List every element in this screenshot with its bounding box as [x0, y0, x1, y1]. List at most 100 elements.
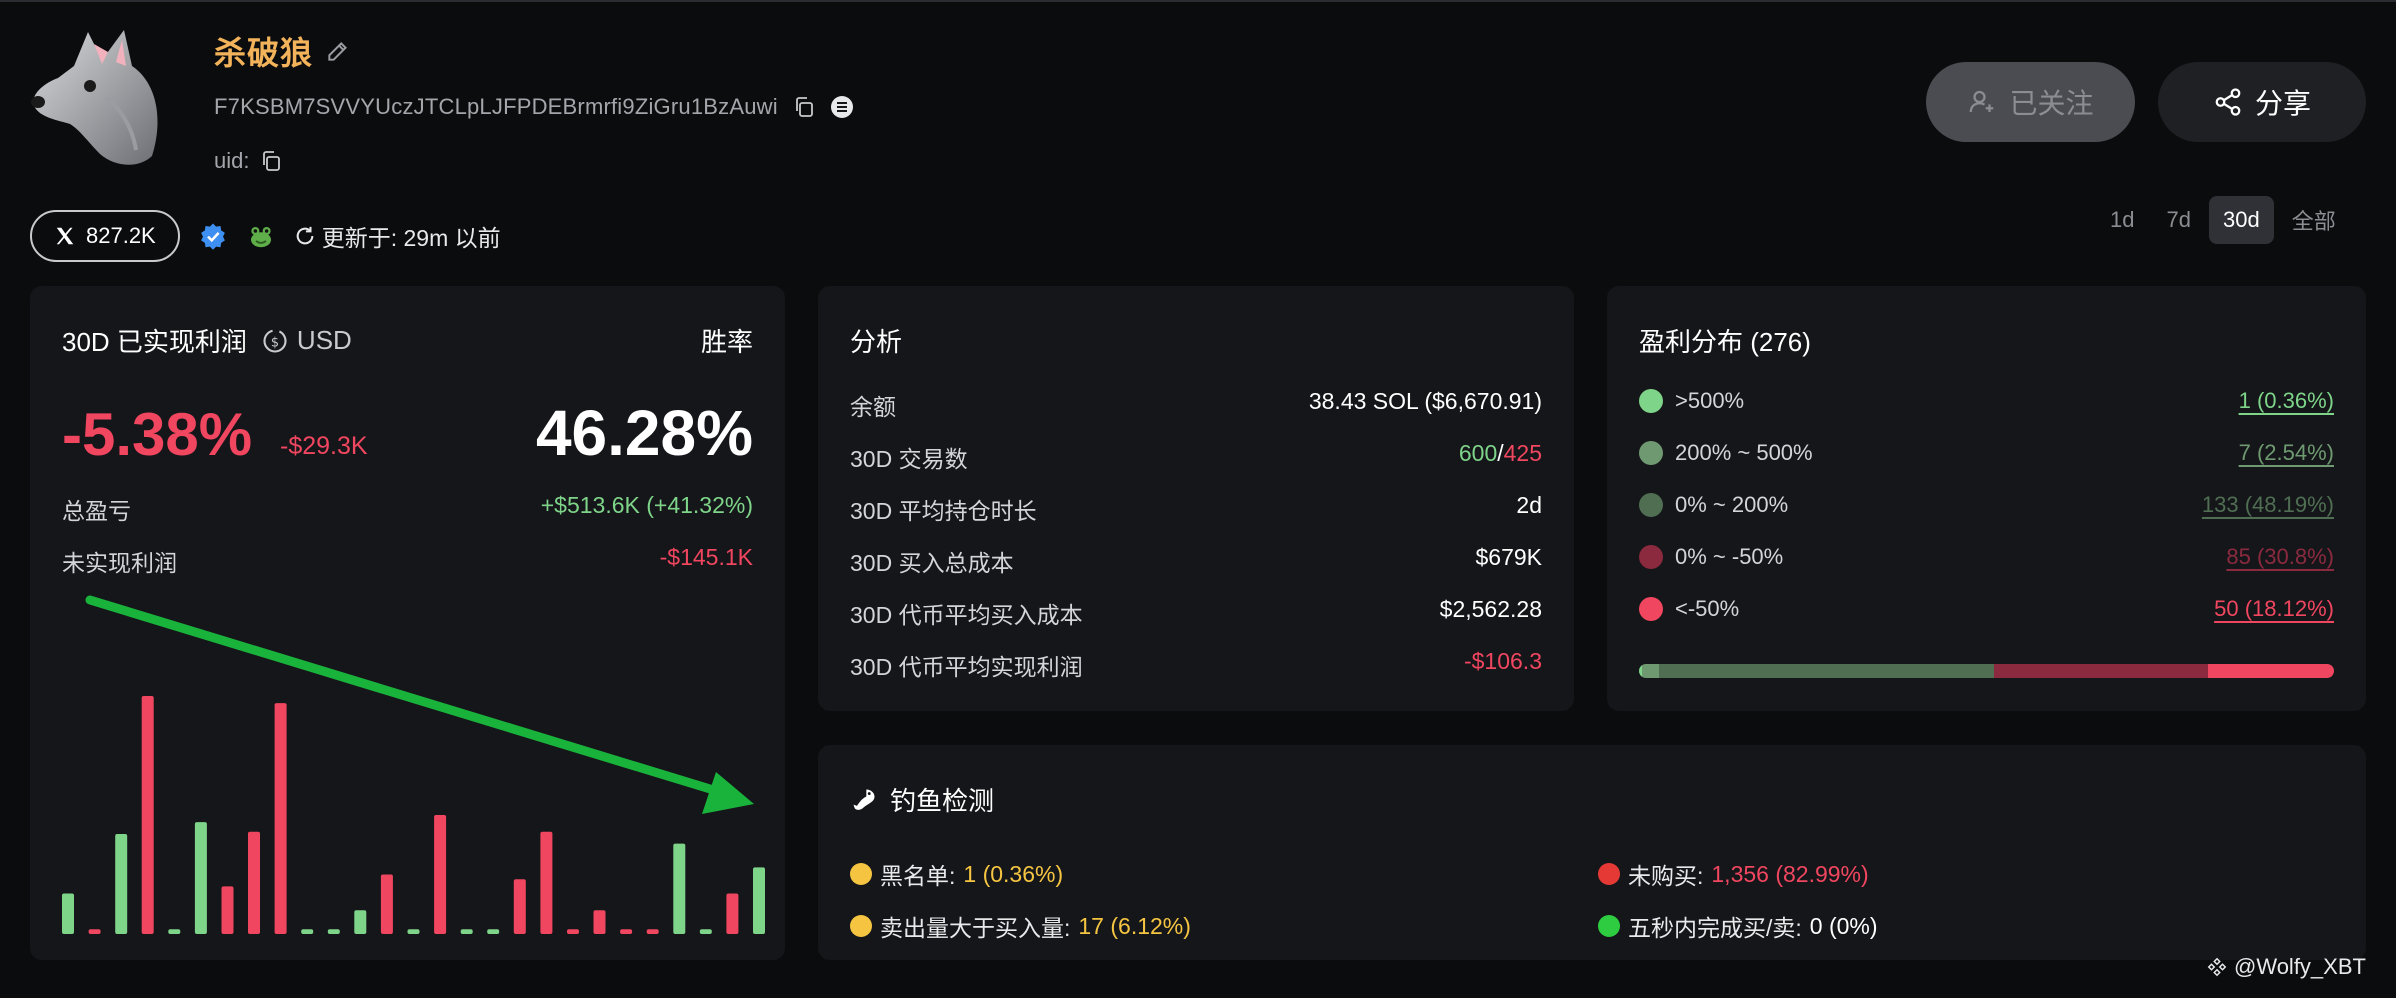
distribution-range-label: 0% ~ -50%	[1675, 544, 1784, 569]
distribution-row: >500% 1 (0.36%)	[1639, 388, 2334, 414]
chart-bar[interactable]	[115, 834, 128, 934]
avg-cost-value: $2,562.28	[1439, 596, 1542, 622]
follow-button[interactable]: 已关注	[1926, 62, 2135, 142]
share-button[interactable]: 分享	[2158, 62, 2366, 142]
svg-text:$: $	[271, 335, 279, 350]
chart-bar[interactable]	[567, 929, 579, 934]
copy-uid-icon[interactable]	[259, 149, 283, 173]
total-pnl-value: +$513.6K (+41.32%)	[540, 492, 753, 518]
currency-toggle[interactable]: $ USD	[261, 325, 352, 356]
solscan-icon[interactable]	[830, 95, 854, 119]
distribution-row-label-wrap: >500%	[1639, 388, 1744, 414]
distribution-range-label: <-50%	[1675, 596, 1740, 621]
chart-bar[interactable]	[673, 843, 686, 934]
distribution-count[interactable]: 1 (0.36%)	[2239, 388, 2334, 414]
avg-profit-value: -$106.3	[1463, 648, 1542, 674]
follow-label: 已关注	[2009, 88, 2094, 119]
analysis-row-balance: 余额 38.43 SOL ($6,670.91)	[850, 388, 1542, 422]
updated-text: 更新于: 29m 以前	[321, 225, 501, 251]
x-logo-icon	[54, 225, 76, 247]
phishing-item-label: 未购买:	[1628, 863, 1704, 889]
distribution-bar	[1639, 664, 2334, 678]
chart-bar[interactable]	[434, 815, 447, 934]
chart-bar[interactable]	[699, 929, 712, 934]
distribution-count[interactable]: 7 (2.54%)	[2239, 440, 2334, 466]
trades-label: 30D 交易数	[850, 446, 968, 472]
analysis-panel: 分析 余额 38.43 SOL ($6,670.91) 30D 交易数 600/…	[818, 286, 1574, 711]
winrate-label: 胜率	[700, 327, 753, 357]
chart-bar[interactable]	[194, 822, 207, 934]
status-dot-icon	[1598, 863, 1620, 885]
chart-bar[interactable]	[380, 874, 393, 935]
currency-switch-icon: $	[261, 327, 289, 355]
tab-30d[interactable]: 30d	[2208, 196, 2274, 244]
distribution-range-label: 200% ~ 500%	[1675, 440, 1813, 465]
chart-bar[interactable]	[168, 929, 181, 934]
phishing-title-row: 钓鱼检测	[850, 781, 994, 818]
distribution-bar-segment	[1994, 664, 2209, 678]
edit-icon[interactable]	[325, 38, 351, 64]
distribution-bar-segment	[2208, 664, 2334, 678]
share-icon	[2213, 87, 2243, 117]
chart-bar[interactable]	[753, 867, 765, 934]
phishing-item-label: 五秒内完成买/卖:	[1628, 915, 1802, 941]
chart-bar[interactable]	[354, 910, 367, 934]
phishing-title: 钓鱼检测	[890, 786, 995, 816]
chart-bar[interactable]	[221, 886, 234, 934]
avg-profit-label: 30D 代币平均实现利润	[850, 654, 1083, 680]
total-pnl-label: 总盈亏	[62, 498, 131, 524]
binance-logo-icon	[2206, 956, 2228, 978]
verified-badge-icon	[198, 221, 228, 251]
chart-bar[interactable]	[460, 929, 473, 934]
chart-bar[interactable]	[620, 929, 633, 934]
distribution-bar-segment	[1659, 664, 1995, 678]
meta-row: 827.2K 更新于: 29m 以前	[30, 210, 501, 262]
chart-bar[interactable]	[487, 929, 500, 934]
chart-bar[interactable]	[513, 879, 526, 934]
chart-bar[interactable]	[407, 929, 420, 934]
analysis-row-avg-profit: 30D 代币平均实现利润 -$106.3	[850, 648, 1542, 682]
profit-title-row: 30D 已实现利润 $ USD	[62, 322, 352, 359]
chart-bar[interactable]	[62, 893, 74, 935]
refresh-icon[interactable]	[294, 225, 316, 247]
chart-bar[interactable]	[540, 831, 553, 934]
wallet-address: F7KSBM7SVVYUczJTCLpLJFPDEBrmrfi9ZiGru1Bz…	[214, 94, 778, 119]
phishing-item-value: 17 (6.12%)	[1078, 912, 1191, 939]
chart-bar[interactable]	[301, 929, 314, 934]
analysis-row-trades: 30D 交易数 600/425	[850, 440, 1542, 474]
uid-label: uid:	[214, 148, 250, 173]
balance-label: 余额	[850, 394, 896, 420]
distribution-row-label-wrap: 0% ~ -50%	[1639, 544, 1783, 570]
chart-bar[interactable]	[248, 831, 260, 934]
tab-7d[interactable]: 7d	[2152, 196, 2204, 244]
distribution-row: 200% ~ 500% 7 (2.54%)	[1639, 440, 2334, 466]
tab-all[interactable]: 全部	[2278, 196, 2350, 244]
currency-label: USD	[296, 325, 352, 355]
distribution-title: 盈利分布 (276)	[1639, 327, 1811, 357]
copy-icon[interactable]	[792, 95, 816, 119]
chart-bar[interactable]	[593, 910, 606, 934]
chart-bar[interactable]	[88, 929, 101, 934]
chart-bar[interactable]	[274, 703, 287, 934]
chart-bar[interactable]	[327, 929, 340, 934]
profit-title: 30D 已实现利润	[62, 327, 247, 357]
distribution-count[interactable]: 133 (48.19%)	[2202, 492, 2334, 518]
distribution-count[interactable]: 50 (18.12%)	[2214, 596, 2334, 622]
wolf-avatar-icon	[28, 22, 173, 170]
winrate-value: 46.28%	[535, 397, 753, 469]
analysis-row-hold-time: 30D 平均持仓时长 2d	[850, 492, 1542, 526]
tab-1d[interactable]: 1d	[2096, 196, 2148, 244]
x-followers-pill[interactable]: 827.2K	[30, 210, 180, 262]
distribution-range-label: >500%	[1675, 388, 1745, 413]
phishing-item-label: 黑名单:	[880, 863, 956, 889]
analysis-row-total-cost: 30D 买入总成本 $679K	[850, 544, 1542, 578]
trend-arrow-head	[702, 772, 754, 814]
chart-bar[interactable]	[646, 929, 659, 934]
followers-count: 827.2K	[86, 223, 156, 248]
chart-bar[interactable]	[141, 696, 154, 934]
trend-arrow-line	[85, 595, 725, 797]
unrealized-label: 未实现利润	[62, 550, 177, 576]
chart-bar[interactable]	[726, 893, 739, 935]
distribution-count[interactable]: 85 (30.8%)	[2226, 544, 2334, 570]
distribution-row-label-wrap: 0% ~ 200%	[1639, 492, 1788, 518]
